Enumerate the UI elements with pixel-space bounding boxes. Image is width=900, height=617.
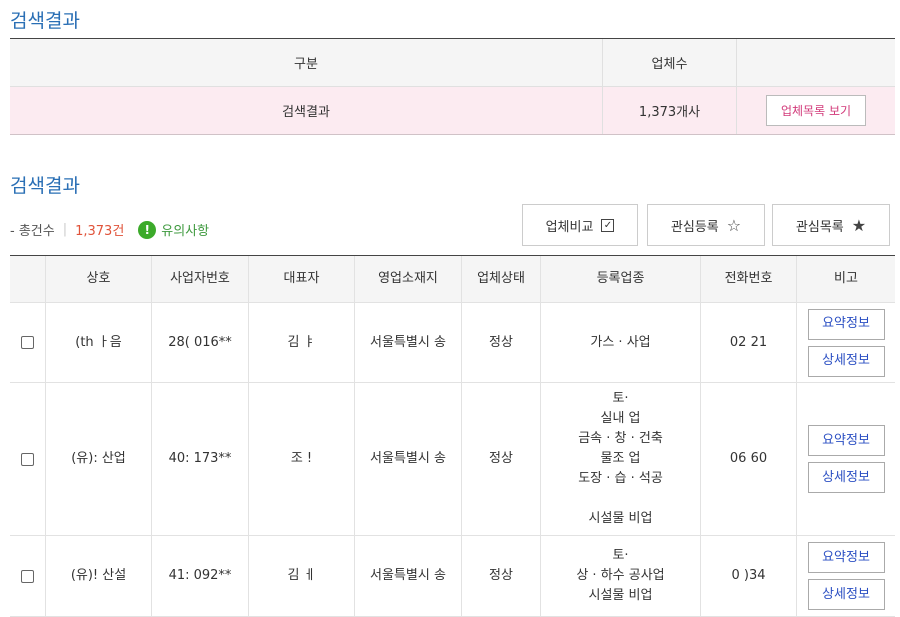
business-types: 토· 실내 업 금속 · 창 · 건축 물조 업 도장 · 습 · 석공 시설물… bbox=[541, 383, 701, 535]
business-number: 28( 016** bbox=[152, 303, 249, 382]
summary-result-row: 검색결과 1,373개사 업체목록 보기 bbox=[10, 87, 895, 135]
row-checkbox[interactable] bbox=[21, 452, 34, 466]
exclamation-icon: ! bbox=[138, 220, 157, 239]
header-business-number: 사업자번호 bbox=[152, 256, 249, 302]
status: 정상 bbox=[462, 536, 541, 616]
business-number: 41: 092** bbox=[152, 536, 249, 616]
status: 정상 bbox=[462, 303, 541, 382]
add-interest-button[interactable]: 관심등록 ☆ bbox=[647, 204, 765, 246]
row-select-cell bbox=[10, 303, 46, 382]
interest-list-label: 관심목록 bbox=[795, 219, 844, 235]
header-location: 영업소재지 bbox=[355, 256, 462, 302]
compare-button[interactable]: 업체비교 ✓ bbox=[522, 204, 638, 246]
summary-header-blank bbox=[737, 39, 895, 86]
detail-info-button[interactable]: 상세정보 bbox=[807, 579, 885, 610]
company-table: 상호 사업자번호 대표자 영업소재지 업체상태 등록업종 전화번호 비고 (th… bbox=[10, 255, 895, 617]
table-header-row: 상호 사업자번호 대표자 영업소재지 업체상태 등록업종 전화번호 비고 bbox=[10, 256, 895, 303]
total-label: - 총건수 bbox=[10, 224, 55, 239]
company-name: (유)! 산설 bbox=[46, 536, 152, 616]
notice-link[interactable]: ! 유의사항 bbox=[138, 220, 209, 239]
summary-header-category: 구분 bbox=[10, 39, 603, 86]
table-row: (th ㅏ음 28( 016** 김 ㅑ 서울특별시 송 정상 가스 · 사업 … bbox=[10, 303, 895, 383]
business-types: 가스 · 사업 bbox=[541, 303, 701, 382]
row-select-cell bbox=[10, 536, 46, 616]
remarks-cell: 요약정보 상세정보 bbox=[797, 383, 895, 535]
table-row: (유)! 산설 41: 092** 김 ㅔ 서울특별시 송 정상 토· 상 · … bbox=[10, 536, 895, 617]
add-interest-label: 관심등록 bbox=[670, 219, 719, 235]
company-list-button[interactable]: 업체목록 보기 bbox=[766, 95, 866, 126]
company-name: (유): 산업 bbox=[46, 383, 152, 535]
row-select-cell bbox=[10, 383, 46, 535]
summary-table: 구분 업체수 검색결과 1,373개사 업체목록 보기 bbox=[10, 38, 895, 135]
star-outline-icon: ☆ bbox=[726, 215, 742, 235]
notice-label: 유의사항 bbox=[161, 224, 210, 239]
remarks-cell: 요약정보 상세정보 bbox=[797, 303, 895, 382]
summary-header-row: 구분 업체수 bbox=[10, 39, 895, 87]
summary-action-cell: 업체목록 보기 bbox=[737, 87, 895, 134]
summary-header-count: 업체수 bbox=[603, 39, 737, 86]
row-checkbox[interactable] bbox=[21, 569, 34, 583]
table-row: (유): 산업 40: 173** 조 ! 서울특별시 송 정상 토· 실내 업… bbox=[10, 383, 895, 536]
header-phone: 전화번호 bbox=[701, 256, 797, 302]
header-select bbox=[10, 256, 46, 302]
representative: 김 ㅔ bbox=[249, 536, 355, 616]
phone: 0 )34 bbox=[701, 536, 797, 616]
company-name: (th ㅏ음 bbox=[46, 303, 152, 382]
business-types: 토· 상 · 하수 공사업 시설물 비업 bbox=[541, 536, 701, 616]
interest-list-button[interactable]: 관심목록 ★ bbox=[772, 204, 890, 246]
summary-result-count: 1,373개사 bbox=[603, 87, 737, 134]
remarks-cell: 요약정보 상세정보 bbox=[797, 536, 895, 616]
total-count: 1,373건 bbox=[75, 224, 125, 239]
detail-info-button[interactable]: 상세정보 bbox=[807, 462, 885, 493]
meta-divider: | bbox=[62, 222, 68, 237]
location: 서울특별시 송 bbox=[355, 303, 462, 382]
header-business-types: 등록업종 bbox=[541, 256, 701, 302]
location: 서울특별시 송 bbox=[355, 536, 462, 616]
result-meta: - 총건수 | 1,373건 ! 유의사항 bbox=[10, 220, 209, 239]
compare-label: 업체비교 bbox=[545, 219, 594, 235]
representative: 김 ㅑ bbox=[249, 303, 355, 382]
phone: 02 21 bbox=[701, 303, 797, 382]
detail-info-button[interactable]: 상세정보 bbox=[807, 345, 885, 377]
status: 정상 bbox=[462, 383, 541, 535]
header-status: 업체상태 bbox=[462, 256, 541, 302]
section-title-2: 검색결과 bbox=[10, 175, 80, 197]
location: 서울특별시 송 bbox=[355, 383, 462, 535]
header-representative: 대표자 bbox=[249, 256, 355, 302]
representative: 조 ! bbox=[249, 383, 355, 535]
summary-result-label: 검색결과 bbox=[10, 87, 603, 134]
star-filled-icon: ★ bbox=[851, 215, 867, 235]
summary-info-button[interactable]: 요약정보 bbox=[807, 542, 885, 573]
checkbox-icon: ✓ bbox=[601, 218, 615, 232]
row-checkbox[interactable] bbox=[21, 336, 34, 349]
section-title-1: 검색결과 bbox=[10, 10, 80, 32]
header-company-name: 상호 bbox=[46, 256, 152, 302]
business-number: 40: 173** bbox=[152, 383, 249, 535]
phone: 06 60 bbox=[701, 383, 797, 535]
header-remarks: 비고 bbox=[834, 271, 858, 286]
summary-info-button[interactable]: 요약정보 bbox=[807, 425, 885, 456]
summary-info-button[interactable]: 요약정보 bbox=[807, 308, 885, 340]
